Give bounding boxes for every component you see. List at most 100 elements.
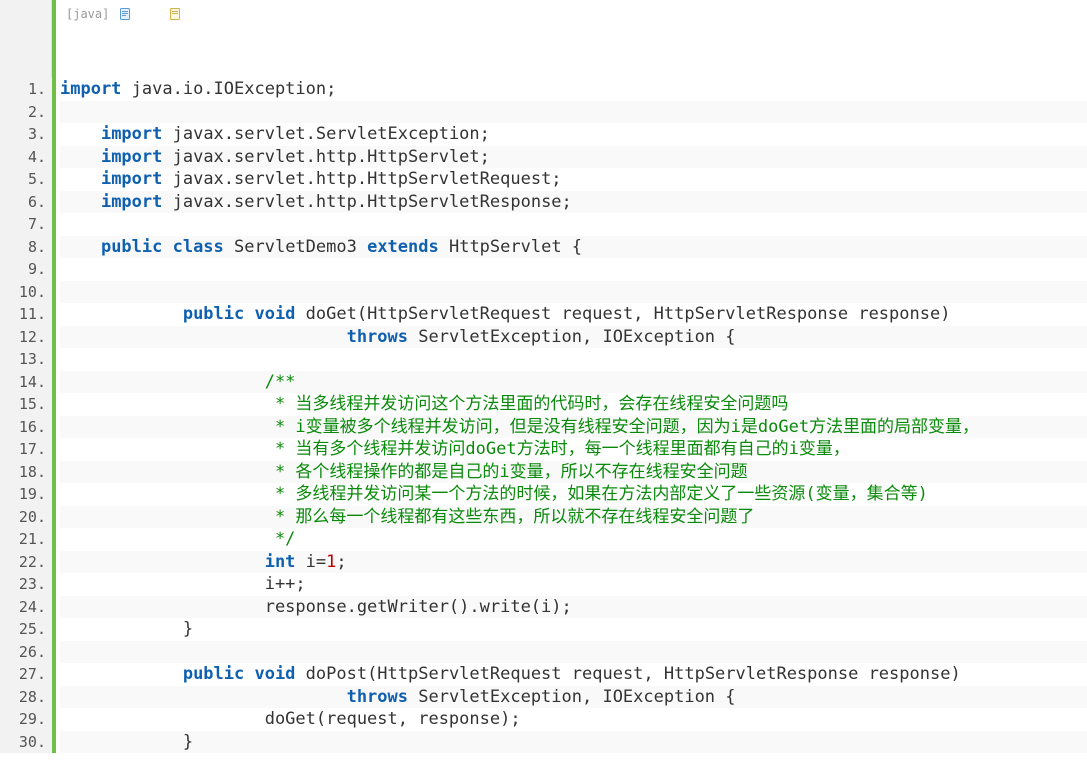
code-line[interactable]: public void doGet(HttpServletRequest req… <box>60 303 1087 326</box>
code-container: 1.2.3.4.5.6.7.8.9.10.11.12.13.14.15.16.1… <box>56 78 1087 753</box>
line-number: 12. <box>0 326 46 349</box>
line-number-gutter: 1.2.3.4.5.6.7.8.9.10.11.12.13.14.15.16.1… <box>0 78 52 753</box>
code-token-kw: throws <box>347 327 408 347</box>
line-number: 8. <box>0 236 46 259</box>
code-token-txt: doGet(request, response); <box>265 709 521 729</box>
language-label: [java] <box>66 7 109 21</box>
code-line[interactable] <box>60 213 1087 236</box>
code-token-kw: public void <box>183 664 296 684</box>
code-token-cmt: */ <box>265 529 296 549</box>
code-line[interactable]: * i变量被多个线程并发访问，但是没有线程安全问题，因为i是doGet方法里面的… <box>60 416 1087 439</box>
code-token-cmt: * 多线程并发访问某一个方法的时候，如果在方法内部定义了一些资源(变量，集合等) <box>265 484 928 504</box>
code-token-kw: import <box>60 79 121 99</box>
line-number: 19. <box>0 483 46 506</box>
code-line[interactable]: doGet(request, response); <box>60 708 1087 731</box>
code-line[interactable]: /** <box>60 371 1087 394</box>
line-number: 13. <box>0 348 46 371</box>
code-token-cmt: * i变量被多个线程并发访问，但是没有线程安全问题，因为i是doGet方法里面的… <box>265 417 979 437</box>
line-number: 18. <box>0 461 46 484</box>
line-number: 4. <box>0 146 46 169</box>
line-number: 28. <box>0 686 46 709</box>
line-number: 17. <box>0 438 46 461</box>
code-line[interactable]: public class ServletDemo3 extends HttpSe… <box>60 236 1087 259</box>
code-token-kw: throws <box>347 687 408 707</box>
code-token-txt: ServletException, IOException { <box>408 327 736 347</box>
code-line[interactable]: import javax.servlet.http.HttpServletReq… <box>60 168 1087 191</box>
code-line[interactable]: import javax.servlet.http.HttpServlet; <box>60 146 1087 169</box>
code-line[interactable]: int i=1; <box>60 551 1087 574</box>
code-line[interactable] <box>60 281 1087 304</box>
code-line[interactable]: * 当多线程并发访问这个方法里面的代码时，会存在线程安全问题吗 <box>60 393 1087 416</box>
line-number: 3. <box>0 123 46 146</box>
editor-toolbar: [java] <box>56 0 1087 28</box>
code-token-kw: extends <box>367 237 439 257</box>
line-number: 23. <box>0 573 46 596</box>
code-token-txt: javax.servlet.http.HttpServletResponse; <box>162 192 571 212</box>
line-number: 2. <box>0 101 46 124</box>
line-number: 21. <box>0 528 46 551</box>
code-line[interactable]: import javax.servlet.http.HttpServletRes… <box>60 191 1087 214</box>
code-token-kw: int <box>265 552 296 572</box>
code-token-num: 1 <box>326 552 336 572</box>
line-number: 27. <box>0 663 46 686</box>
line-number: 6. <box>0 191 46 214</box>
code-token-kw: public class <box>101 237 224 257</box>
code-token-kw: import <box>101 147 162 167</box>
code-line[interactable] <box>60 101 1087 124</box>
code-token-txt: java.io.IOException; <box>121 79 336 99</box>
code-token-cmt: /** <box>265 372 296 392</box>
code-line[interactable]: throws ServletException, IOException { <box>60 686 1087 709</box>
code-token-txt: ServletException, IOException { <box>408 687 736 707</box>
code-token-txt: } <box>183 732 193 752</box>
code-line[interactable]: * 多线程并发访问某一个方法的时候，如果在方法内部定义了一些资源(变量，集合等) <box>60 483 1087 506</box>
code-token-txt: javax.servlet.ServletException; <box>162 124 490 144</box>
code-line[interactable]: } <box>60 731 1087 754</box>
line-number: 30. <box>0 731 46 754</box>
code-token-kw: public void <box>183 304 296 324</box>
code-line[interactable] <box>60 641 1087 664</box>
code-line[interactable]: * 各个线程操作的都是自己的i变量，所以不存在线程安全问题 <box>60 461 1087 484</box>
code-line[interactable]: throws ServletException, IOException { <box>60 326 1087 349</box>
code-token-txt: HttpServlet { <box>439 237 582 257</box>
paste-icon[interactable] <box>167 6 183 22</box>
line-number: 9. <box>0 258 46 281</box>
code-line[interactable]: response.getWriter().write(i); <box>60 596 1087 619</box>
code-line[interactable]: import java.io.IOException; <box>60 78 1087 101</box>
code-token-txt: javax.servlet.http.HttpServletRequest; <box>162 169 561 189</box>
code-token-kw: import <box>101 124 162 144</box>
code-token-cmt: * 当多线程并发访问这个方法里面的代码时，会存在线程安全问题吗 <box>265 394 789 414</box>
code-line[interactable]: public void doPost(HttpServletRequest re… <box>60 663 1087 686</box>
code-line[interactable] <box>60 348 1087 371</box>
line-number: 22. <box>0 551 46 574</box>
line-number: 20. <box>0 506 46 529</box>
line-number: 7. <box>0 213 46 236</box>
code-line[interactable]: i++; <box>60 573 1087 596</box>
code-token-kw: import <box>101 169 162 189</box>
code-token-txt: i++; <box>265 574 306 594</box>
line-number: 10. <box>0 281 46 304</box>
code-token-cmt: * 各个线程操作的都是自己的i变量，所以不存在线程安全问题 <box>265 462 748 482</box>
copy-icon[interactable] <box>117 6 133 22</box>
code-token-txt: doPost(HttpServletRequest request, HttpS… <box>295 664 960 684</box>
code-token-cmt: * 那么每一个线程都有这些东西，所以就不存在线程安全问题了 <box>265 507 755 527</box>
code-token-txt: response.getWriter().write(i); <box>265 597 572 617</box>
code-token-cmt: * 当有多个线程并发访问doGet方法时，每一个线程里面都有自己的i变量， <box>265 439 850 459</box>
code-line[interactable] <box>60 258 1087 281</box>
line-number: 16. <box>0 416 46 439</box>
code-line[interactable]: * 当有多个线程并发访问doGet方法时，每一个线程里面都有自己的i变量， <box>60 438 1087 461</box>
line-number: 1. <box>0 78 46 101</box>
line-number: 11. <box>0 303 46 326</box>
code-token-txt: } <box>183 619 193 639</box>
code-line[interactable]: import javax.servlet.ServletException; <box>60 123 1087 146</box>
code-token-txt: ; <box>336 552 346 572</box>
code-line[interactable]: */ <box>60 528 1087 551</box>
line-number: 15. <box>0 393 46 416</box>
code-editor[interactable]: [java] 1.2.3.4.5.6.7.8.9.10.11.12.13.14.… <box>52 0 1087 753</box>
line-number: 26. <box>0 641 46 664</box>
code-line[interactable]: * 那么每一个线程都有这些东西，所以就不存在线程安全问题了 <box>60 506 1087 529</box>
code-token-txt: javax.servlet.http.HttpServlet; <box>162 147 490 167</box>
line-number: 14. <box>0 371 46 394</box>
code-content[interactable]: import java.io.IOException; import javax… <box>52 78 1087 753</box>
code-line[interactable]: } <box>60 618 1087 641</box>
line-number: 5. <box>0 168 46 191</box>
